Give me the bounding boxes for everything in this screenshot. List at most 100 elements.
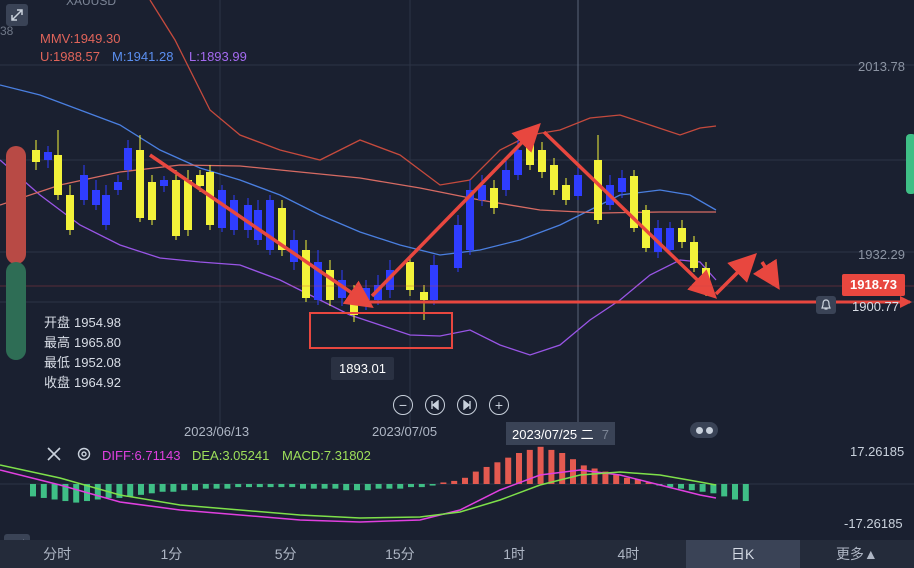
- timeframe-tab-4[interactable]: 1时: [457, 540, 571, 568]
- macd-value: MACD:7.31802: [282, 448, 371, 463]
- macd-bar-47: [537, 446, 544, 484]
- macd-bar-24: [289, 484, 296, 488]
- candle-body-37: [490, 188, 498, 208]
- current-price-tag: 1918.73: [842, 274, 905, 296]
- macd-bar-39: [451, 480, 458, 484]
- candle-body-45: [594, 160, 602, 220]
- candle-body-8: [124, 148, 132, 170]
- macd-bar-19: [235, 484, 242, 488]
- candle-body-39: [514, 150, 522, 175]
- down-arrow-1: [149, 153, 374, 308]
- lower-band-value: L:1893.99: [189, 49, 247, 64]
- macd-bar-14: [181, 484, 188, 491]
- chart-grid: [0, 0, 914, 440]
- macd-bar-10: [138, 484, 144, 495]
- macd-bar-41: [472, 471, 479, 484]
- more-dots-icon[interactable]: [690, 422, 718, 438]
- macd-bar-60: [678, 484, 684, 489]
- date-label-2: 2023/07/05: [372, 424, 438, 439]
- candle-body-6: [102, 195, 110, 225]
- macd-bar-6: [94, 484, 101, 500]
- skip-forward-button[interactable]: [457, 395, 477, 415]
- candle-body-0: [32, 150, 40, 162]
- timeframe-tab-0[interactable]: 分时: [0, 540, 114, 568]
- upper-band-line: [149, 0, 717, 186]
- macd-bar-43: [494, 462, 501, 484]
- candle-body-42: [550, 165, 558, 190]
- timeframe-tab-2[interactable]: 5分: [229, 540, 343, 568]
- left-sell-strength-bar: [6, 146, 26, 264]
- candle-body-10: [148, 182, 156, 220]
- diff-value: DIFF:6.71143: [102, 448, 181, 463]
- macd-bar-54: [613, 474, 620, 484]
- candles: [32, 130, 710, 322]
- macd-bar-42: [483, 466, 490, 484]
- zoom-in-button[interactable]: +: [489, 395, 509, 415]
- timeframe-tab-7[interactable]: 更多▲: [800, 540, 914, 568]
- close-label: 收盘: [44, 375, 71, 390]
- macd-bar-64: [721, 484, 728, 497]
- candle-body-4: [80, 175, 88, 200]
- high-value: 1965.80: [74, 335, 122, 350]
- timeframe-bar: 分时 1分 5分 15分 1时 4时 日K 更多▲: [0, 540, 914, 568]
- macd-bar-20: [246, 484, 252, 488]
- current-price-partial: 1900.77: [852, 299, 899, 314]
- low-value: 1952.08: [74, 355, 122, 370]
- skip-back-button[interactable]: [425, 395, 445, 415]
- candle-body-28: [362, 288, 370, 300]
- date-label-1: 2023/06/13: [184, 424, 250, 439]
- macd-bar-65: [732, 484, 738, 500]
- candle-body-3: [66, 195, 74, 230]
- macd-bar-33: [386, 484, 393, 489]
- low-highlight-box: [309, 312, 453, 349]
- macd-bar-36: [418, 484, 425, 488]
- timeframe-tab-3[interactable]: 15分: [343, 540, 457, 568]
- macd-bar-30: [354, 484, 360, 491]
- macd-bar-34: [397, 484, 404, 489]
- macd-bar-27: [321, 484, 328, 489]
- macd-bar-31: [364, 484, 371, 491]
- middle-band-line: [0, 84, 717, 256]
- timeframe-tab-6[interactable]: 日K: [685, 540, 800, 568]
- top-price-partial: 38: [0, 24, 14, 38]
- macd-bar-29: [343, 484, 350, 491]
- zoom-out-button[interactable]: −: [393, 395, 413, 415]
- macd-bar-11: [148, 484, 155, 494]
- candle-body-16: [218, 190, 226, 228]
- mmv-value: MMV:1949.30: [40, 31, 121, 46]
- settings-gear-icon[interactable]: [76, 446, 92, 467]
- macd-bar-22: [267, 484, 274, 488]
- macd-bar-25: [300, 484, 306, 489]
- dea-line: [0, 464, 717, 519]
- candle-body-18: [244, 205, 252, 230]
- candle-body-52: [678, 228, 686, 242]
- macd-bar-45: [516, 453, 522, 484]
- macd-bar-37: [429, 484, 436, 486]
- expand-icon[interactable]: [6, 4, 28, 26]
- price-level-2: 1932.29: [858, 247, 905, 262]
- close-indicator-icon[interactable]: [46, 446, 62, 467]
- low-price-marker: 1893.01: [331, 357, 394, 380]
- open-label: 开盘: [44, 315, 71, 330]
- candle-body-12: [172, 180, 180, 236]
- candle-body-9: [136, 150, 144, 218]
- macd-bar-13: [170, 484, 177, 492]
- candle-body-5: [92, 190, 100, 205]
- macd-bar-0: [30, 484, 36, 497]
- candle-body-41: [538, 150, 546, 172]
- candlestick-chart[interactable]: [0, 0, 914, 440]
- macd-bar-26: [310, 484, 317, 489]
- timeframe-tab-1[interactable]: 1分: [114, 540, 228, 568]
- macd-bar-4: [73, 484, 80, 503]
- alarm-icon[interactable]: [816, 296, 836, 314]
- down-arrow-3: [752, 258, 780, 290]
- left-buy-strength-bar: [6, 262, 26, 360]
- price-level-1: 2013.78: [858, 59, 905, 74]
- candle-body-43: [562, 185, 570, 200]
- candle-body-40: [526, 145, 534, 165]
- macd-bar-32: [375, 484, 382, 489]
- timeframe-tab-5[interactable]: 4时: [571, 540, 685, 568]
- open-value: 1954.98: [74, 315, 122, 330]
- candle-body-20: [266, 200, 274, 250]
- up-arrow-2: [714, 253, 757, 296]
